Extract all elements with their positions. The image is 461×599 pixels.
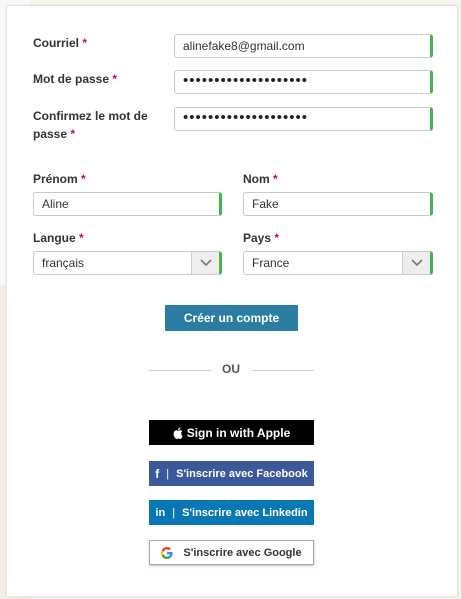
country-label: Pays * (243, 229, 279, 247)
apple-signin-label: Sign in with Apple (186, 425, 291, 440)
google-signup-button[interactable]: S'inscrire avec Google (149, 540, 314, 565)
facebook-signup-button[interactable]: f | S'inscrire avec Facebook (149, 461, 314, 486)
password-label: Mot de passe * (33, 70, 117, 88)
chevron-down-icon[interactable] (191, 252, 219, 274)
language-label: Langue * (33, 229, 84, 247)
language-select-value: français (42, 256, 85, 270)
linkedin-signup-label: S'inscrire avec Linkedin (182, 506, 308, 519)
required-mark: * (273, 172, 278, 186)
firstname-label-text: Prénom (33, 172, 78, 186)
firstname-field[interactable]: Aline (33, 192, 222, 216)
separator: | (172, 506, 176, 519)
apple-signin-button[interactable]: Sign in with Apple (149, 420, 314, 445)
country-select[interactable]: France (243, 251, 433, 275)
language-label-text: Langue (33, 231, 76, 245)
linkedin-signup-button[interactable]: in | S'inscrire avec Linkedin (149, 500, 314, 525)
required-mark: * (79, 231, 84, 245)
divider-line-right (252, 370, 314, 371)
password-field[interactable]: •••••••••••••••••••• (174, 70, 433, 94)
required-mark: * (274, 231, 280, 245)
email-field[interactable]: alinefake8@gmail.com (174, 34, 433, 58)
google-signup-label: S'inscrire avec Google (183, 546, 302, 559)
divider-line-left (149, 370, 211, 371)
facebook-signup-label: S'inscrire avec Facebook (176, 467, 308, 480)
language-select[interactable]: français (33, 251, 222, 275)
apple-icon (173, 427, 183, 439)
required-mark: * (70, 127, 76, 141)
separator: | (166, 467, 170, 480)
create-account-button[interactable]: Créer un compte (165, 305, 298, 331)
country-label-text: Pays (243, 231, 272, 245)
required-mark: * (81, 172, 86, 186)
lastname-label-text: Nom (243, 172, 270, 186)
chevron-down-icon[interactable] (402, 252, 430, 274)
country-select-value: France (252, 256, 290, 270)
required-mark: * (112, 72, 118, 86)
email-label-text: Courriel (33, 36, 80, 50)
password-label-text: Mot de passe (33, 72, 110, 86)
confirm-password-field[interactable]: •••••••••••••••••••• (174, 107, 433, 131)
email-label: Courriel * (33, 34, 87, 52)
facebook-icon: f (155, 466, 160, 481)
or-divider-label: OU (222, 362, 240, 376)
lastname-field[interactable]: Fake (243, 192, 433, 216)
required-mark: * (82, 36, 88, 50)
confirm-label-line1: Confirmez le mot de (33, 109, 148, 123)
google-icon (161, 546, 174, 559)
linkedin-icon: in (155, 506, 166, 519)
lastname-label: Nom * (243, 170, 278, 188)
confirm-password-label: Confirmez le mot de passe * (33, 107, 148, 143)
confirm-label-line2: passe (33, 127, 68, 141)
firstname-label: Prénom * (33, 170, 86, 188)
